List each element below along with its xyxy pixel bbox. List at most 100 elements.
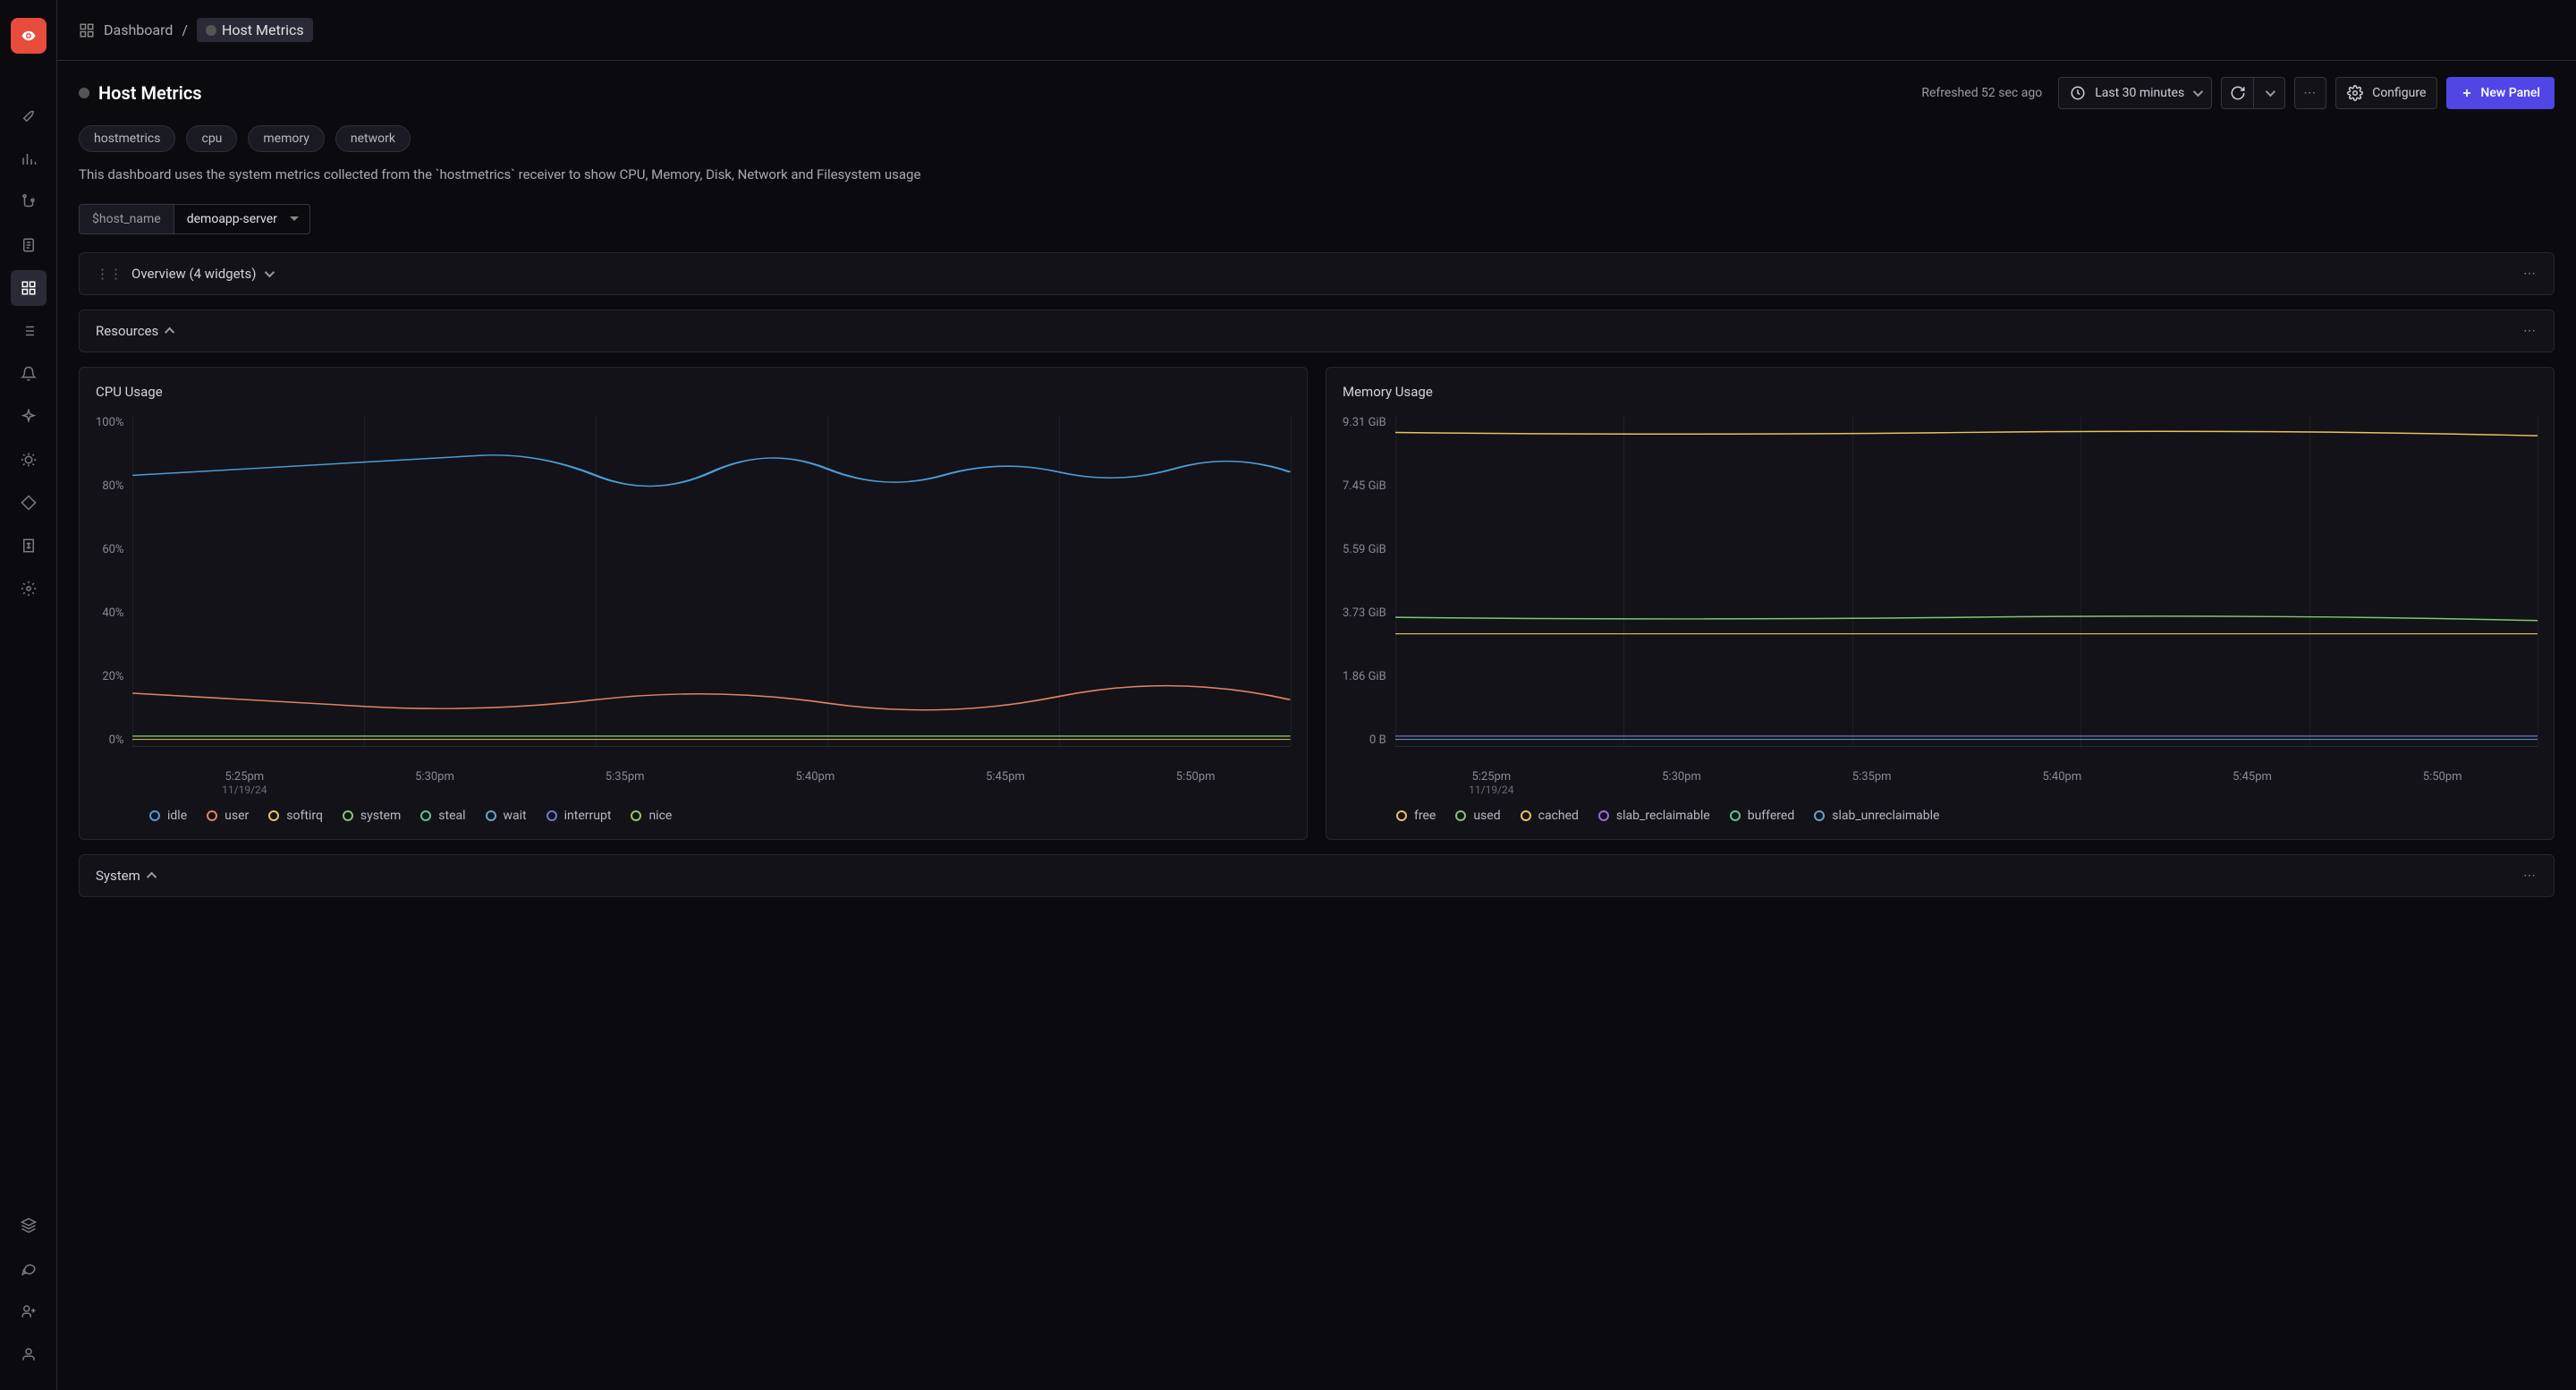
breadcrumb: Dashboard / Host Metrics	[57, 0, 2576, 61]
new-panel-button[interactable]: New Panel	[2446, 77, 2555, 109]
legend-item[interactable]: free	[1396, 809, 1436, 823]
diamond-icon	[21, 495, 37, 511]
nav-billing[interactable]	[11, 528, 47, 564]
pulse-icon	[79, 88, 89, 98]
legend-dot	[486, 810, 496, 821]
legend-item[interactable]: used	[1455, 809, 1500, 823]
nav-profile[interactable]	[11, 1336, 47, 1372]
layers-icon	[21, 1217, 37, 1233]
legend-item[interactable]: steal	[420, 809, 465, 823]
nav-exceptions[interactable]	[11, 399, 47, 435]
refresh-icon	[2230, 85, 2246, 101]
nav-list[interactable]	[11, 313, 47, 349]
variable-selector[interactable]: $host_name demoapp-server	[79, 204, 310, 234]
nav-metrics[interactable]	[11, 141, 47, 177]
section-system-label: System	[96, 868, 140, 884]
legend-label: nice	[648, 809, 672, 823]
legend-dot	[547, 810, 557, 821]
legend-item[interactable]: wait	[486, 809, 527, 823]
legend-dot	[1814, 810, 1825, 821]
breadcrumb-separator: /	[182, 21, 188, 38]
nav-chat[interactable]	[11, 1250, 47, 1286]
bar-chart-icon	[21, 151, 37, 167]
legend-item[interactable]: interrupt	[547, 809, 612, 823]
eye-icon	[21, 28, 37, 44]
mem-legend: free used cached slab_reclaimable buffered sl…	[1343, 796, 2538, 823]
user-icon	[21, 1346, 37, 1362]
refresh-button[interactable]	[2221, 77, 2253, 109]
section-menu[interactable]: ⋯	[2523, 267, 2538, 281]
cpu-x-axis: 5:25pm11/19/24 5:30pm 5:35pm 5:40pm 5:45…	[96, 765, 1291, 796]
rocket-icon	[21, 108, 37, 124]
legend-label: steal	[438, 809, 465, 823]
page-title: Host Metrics	[98, 82, 202, 104]
configure-label: Configure	[2372, 86, 2426, 100]
nav-dashboards[interactable]	[11, 270, 47, 306]
more-options-button[interactable]: ⋯	[2294, 77, 2326, 109]
legend-item[interactable]: slab_unreclaimable	[1814, 809, 1939, 823]
pulse-icon	[206, 25, 216, 36]
tag-network[interactable]: network	[335, 125, 411, 152]
legend-label: cached	[1538, 809, 1579, 823]
nav-layers[interactable]	[11, 1208, 47, 1243]
legend-dot	[268, 810, 279, 821]
legend-dot	[149, 810, 160, 821]
spark-icon	[21, 409, 37, 425]
legend-dot	[1396, 810, 1407, 821]
dashboard-description: This dashboard uses the system metrics c…	[57, 166, 2576, 204]
legend-item[interactable]: slab_reclaimable	[1598, 809, 1710, 823]
legend-label: softirq	[286, 809, 323, 823]
nav-alerts[interactable]	[11, 356, 47, 392]
dots-icon: ⋯	[2303, 86, 2318, 100]
app-logo[interactable]	[11, 18, 47, 54]
legend-label: idle	[167, 809, 187, 823]
legend-label: system	[360, 809, 401, 823]
legend-item[interactable]: user	[207, 809, 249, 823]
section-overview[interactable]: ⋮⋮ Overview (4 widgets) ⋯	[79, 252, 2555, 295]
nav-bugs[interactable]	[11, 442, 47, 478]
nav-invite[interactable]	[11, 1293, 47, 1329]
legend-item[interactable]: system	[343, 809, 401, 823]
chevron-down-icon	[265, 267, 275, 277]
breadcrumb-current: Host Metrics	[197, 18, 313, 42]
chevron-down-icon	[2193, 87, 2203, 97]
tag-hostmetrics[interactable]: hostmetrics	[79, 125, 175, 152]
section-resources-label: Resources	[96, 323, 158, 339]
tag-cpu[interactable]: cpu	[186, 125, 237, 152]
legend-item[interactable]: buffered	[1730, 809, 1795, 823]
section-resources[interactable]: Resources ⋯	[79, 309, 2555, 352]
nav-items[interactable]	[11, 485, 47, 521]
cpu-plot	[132, 416, 1291, 747]
section-menu[interactable]: ⋯	[2523, 324, 2538, 338]
drag-icon: ⋮⋮	[96, 266, 123, 282]
list-icon	[21, 323, 37, 339]
legend-item[interactable]: idle	[149, 809, 187, 823]
nav-logs[interactable]	[11, 227, 47, 263]
legend-label: wait	[504, 809, 527, 823]
refresh-status: Refreshed 52 sec ago	[1921, 86, 2042, 100]
tags-row: hostmetrics cpu memory network	[57, 125, 2576, 166]
mem-y-axis: 9.31 GiB 7.45 GiB 5.59 GiB 3.73 GiB 1.86…	[1343, 416, 1395, 747]
legend-item[interactable]: softirq	[268, 809, 323, 823]
configure-button[interactable]: Configure	[2335, 77, 2437, 109]
mem-plot	[1395, 416, 2538, 747]
nav-settings[interactable]	[11, 571, 47, 606]
refresh-dropdown[interactable]	[2253, 77, 2285, 109]
legend-dot	[631, 810, 641, 821]
file-icon	[21, 237, 37, 253]
nav-traces[interactable]	[11, 184, 47, 220]
section-menu[interactable]: ⋯	[2523, 869, 2538, 883]
chevron-down-icon	[2266, 87, 2275, 97]
legend-item[interactable]: nice	[631, 809, 672, 823]
variable-label: $host_name	[80, 205, 174, 233]
legend-item[interactable]: cached	[1521, 809, 1579, 823]
legend-dot	[420, 810, 431, 821]
mem-x-axis: 5:25pm11/19/24 5:30pm 5:35pm 5:40pm 5:45…	[1343, 765, 2538, 796]
sidebar	[0, 0, 57, 1390]
clock-icon	[2070, 85, 2086, 101]
breadcrumb-root[interactable]: Dashboard	[104, 21, 173, 38]
section-system[interactable]: System ⋯	[79, 854, 2555, 897]
time-range-selector[interactable]: Last 30 minutes	[2058, 77, 2212, 109]
nav-getting-started[interactable]	[11, 98, 47, 134]
tag-memory[interactable]: memory	[248, 125, 324, 152]
